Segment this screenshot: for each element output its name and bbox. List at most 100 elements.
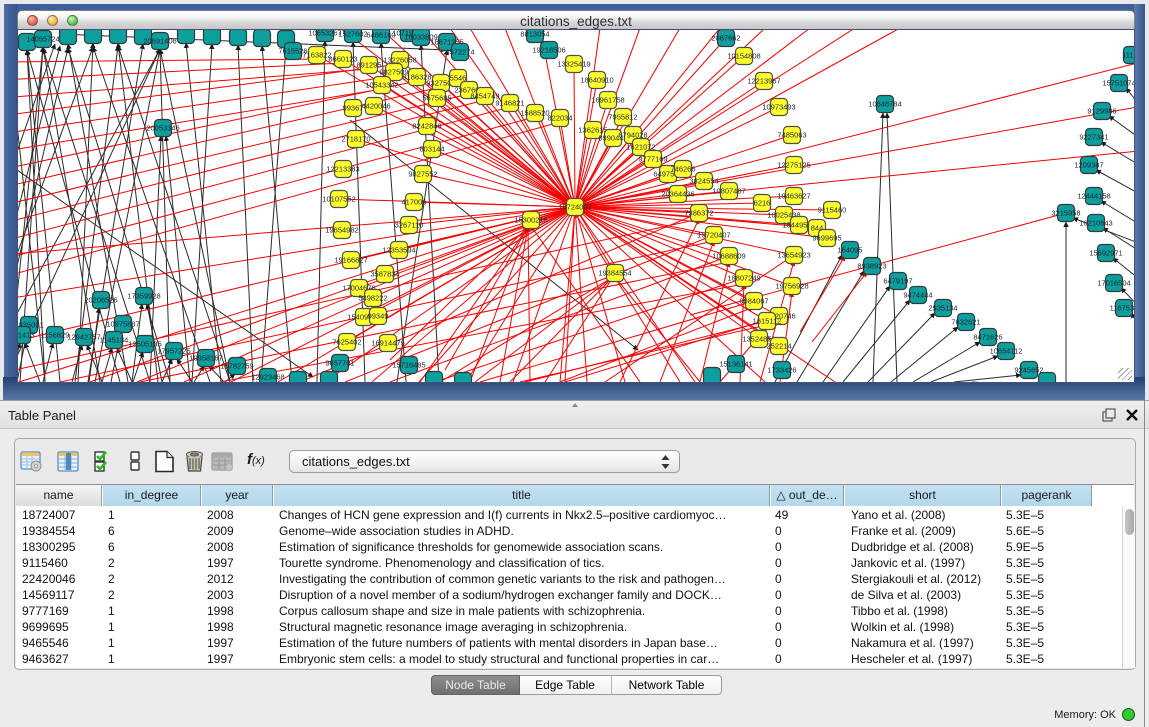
svg-text:13325419: 13325419	[557, 60, 590, 69]
svg-text:9146821: 9146821	[495, 99, 524, 108]
svg-text:1615112: 1615112	[753, 317, 782, 326]
svg-text:15300215: 15300215	[514, 216, 547, 225]
svg-text:20053346: 20053346	[146, 124, 179, 133]
svg-text:19756928: 19756928	[775, 282, 808, 291]
svg-text:1209387: 1209387	[1074, 161, 1103, 170]
svg-text:18724007: 18724007	[558, 203, 591, 212]
svg-text:19384554: 19384554	[598, 269, 631, 278]
svg-text:7625402: 7625402	[332, 338, 361, 347]
svg-text:20691406: 20691406	[143, 37, 176, 46]
svg-text:12275125: 12275125	[777, 161, 810, 170]
svg-text:99367: 99367	[343, 104, 364, 113]
svg-text:7632621: 7632621	[951, 318, 980, 327]
svg-text:9657791: 9657791	[325, 359, 354, 368]
svg-text:8242848: 8242848	[412, 122, 441, 131]
svg-text:10107552: 10107552	[322, 195, 355, 204]
svg-text:6466160: 6466160	[366, 31, 395, 40]
svg-text:9777169: 9777169	[638, 155, 667, 164]
svg-text:15136141: 15136141	[719, 360, 752, 369]
svg-text:8471626: 8471626	[973, 333, 1002, 342]
svg-text:10807487: 10807487	[712, 187, 745, 196]
svg-text:803144: 803144	[419, 145, 444, 154]
svg-text:18640910: 18640910	[580, 76, 613, 85]
svg-text:9474444: 9474444	[903, 291, 932, 300]
svg-text:10975887: 10975887	[106, 320, 139, 329]
svg-text:1733426: 1733426	[767, 366, 796, 375]
svg-text:15720407: 15720407	[697, 231, 730, 240]
svg-text:3267110: 3267110	[395, 221, 424, 230]
svg-text:19654982: 19654982	[325, 226, 358, 235]
svg-text:15692971: 15692971	[1089, 249, 1122, 258]
svg-text:99349: 99349	[368, 312, 389, 321]
svg-text:10688609: 10688609	[712, 252, 745, 261]
svg-text:12923468: 12923468	[251, 373, 284, 382]
svg-text:8938923: 8938923	[857, 262, 886, 271]
svg-text:1167534: 1167534	[1110, 304, 1134, 313]
svg-text:10958167: 10958167	[189, 354, 222, 363]
svg-text:8813054: 8813054	[520, 30, 549, 39]
svg-text:9227341: 9227341	[1079, 133, 1108, 142]
svg-text:15751074: 15751074	[1102, 79, 1134, 88]
svg-text:1588520: 1588520	[520, 109, 549, 118]
svg-text:9084067: 9084067	[739, 297, 768, 306]
svg-text:17016504: 17016504	[1097, 279, 1130, 288]
svg-text:7485063: 7485063	[777, 131, 806, 140]
svg-text:2935134: 2935134	[928, 304, 957, 313]
svg-text:10154808: 10154808	[727, 52, 760, 61]
svg-text:2718170: 2718170	[341, 135, 370, 144]
svg-text:9245652: 9245652	[1014, 366, 1043, 375]
svg-text:9129986: 9129986	[1087, 107, 1116, 116]
svg-text:12213383: 12213383	[326, 165, 359, 174]
svg-text:19463627: 19463627	[777, 192, 810, 201]
svg-text:6216: 6216	[754, 199, 771, 208]
svg-text:16782759: 16782759	[220, 362, 253, 371]
svg-text:15716485: 15716485	[392, 361, 425, 370]
svg-text:3215958: 3215958	[1051, 209, 1080, 218]
svg-text:10653267: 10653267	[308, 30, 341, 38]
svg-text:7386372: 7386372	[684, 209, 713, 218]
svg-text:14055724: 14055724	[26, 35, 59, 44]
svg-text:417006: 417006	[401, 198, 426, 207]
svg-text:16961758: 16961758	[591, 96, 624, 105]
svg-text:164095: 164095	[837, 246, 862, 255]
svg-text:3572274: 3572274	[445, 48, 474, 57]
svg-text:19166827: 19166827	[334, 256, 367, 265]
svg-text:9699695: 9699695	[812, 234, 841, 243]
svg-text:1156829: 1156829	[41, 331, 70, 340]
svg-text:18807249: 18807249	[727, 274, 760, 283]
svg-text:746266: 746266	[670, 165, 695, 174]
svg-text:12444158: 12444158	[1077, 192, 1110, 201]
svg-text:991413: 991413	[18, 331, 35, 340]
svg-text:10543342: 10543342	[365, 81, 398, 90]
svg-text:12353594: 12353594	[382, 246, 415, 255]
svg-text:3824554: 3824554	[689, 177, 718, 186]
svg-text:20206526: 20206526	[84, 296, 117, 305]
svg-text:20364436: 20364436	[661, 190, 694, 199]
svg-text:9115460: 9115460	[818, 206, 847, 215]
svg-text:10648784: 10648784	[868, 100, 901, 109]
svg-text:891295: 891295	[356, 61, 381, 70]
svg-text:3587834: 3587834	[370, 270, 399, 279]
svg-text:16914479: 16914479	[371, 339, 404, 348]
svg-text:9827552: 9827552	[408, 170, 437, 179]
svg-text:7955812: 7955812	[608, 113, 637, 122]
svg-text:8660123: 8660123	[328, 55, 357, 64]
svg-text:10654112: 10654112	[990, 347, 1023, 356]
svg-text:5498222: 5498222	[358, 294, 387, 303]
svg-text:19218506: 19218506	[532, 46, 565, 55]
svg-text:16210643: 16210643	[1079, 219, 1112, 228]
svg-text:17359928: 17359928	[127, 292, 160, 301]
svg-text:10973493: 10973493	[762, 103, 795, 112]
svg-text:12942757: 12942757	[67, 333, 100, 342]
svg-text:7163822: 7163822	[302, 51, 331, 60]
svg-text:6479197: 6479197	[883, 277, 912, 286]
svg-text:11123: 11123	[1122, 51, 1134, 60]
svg-text:252214: 252214	[766, 342, 791, 351]
svg-text:822034: 822034	[547, 114, 572, 123]
svg-text:2087662: 2087662	[711, 34, 740, 43]
svg-text:17957225: 17957225	[157, 347, 190, 356]
svg-text:12213967: 12213967	[747, 77, 780, 86]
svg-text:5675685: 5675685	[422, 94, 451, 103]
svg-text:13654923: 13654923	[777, 251, 810, 260]
svg-text:1145134: 1145134	[100, 336, 129, 345]
